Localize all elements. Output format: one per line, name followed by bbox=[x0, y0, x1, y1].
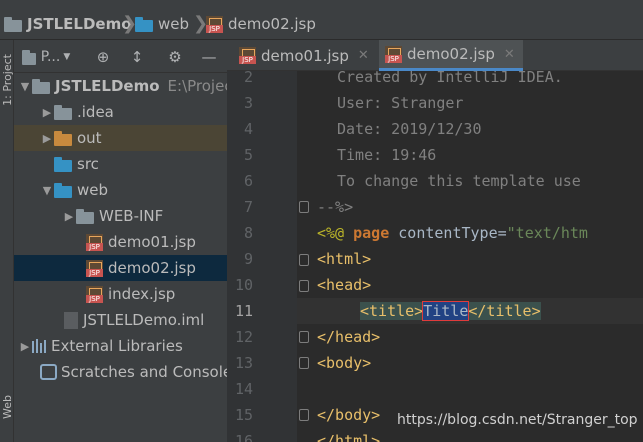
line-number: 6 bbox=[243, 172, 253, 190]
code-line: </head> bbox=[317, 328, 381, 346]
locate-icon[interactable]: ⊕ bbox=[92, 46, 114, 68]
line-number: 15 bbox=[234, 406, 253, 424]
jsp-file-icon bbox=[206, 15, 223, 33]
line-number: 4 bbox=[243, 120, 253, 138]
code-line: --%> bbox=[317, 198, 354, 216]
chevron-down-icon: ▼ bbox=[63, 52, 71, 62]
code-line: To change this template use bbox=[337, 172, 581, 190]
code-line: <html> bbox=[317, 250, 372, 268]
scratches-icon bbox=[40, 364, 57, 380]
line-number: 14 bbox=[234, 380, 253, 398]
tree-item-demo01[interactable]: demo01.jsp bbox=[14, 229, 227, 255]
gear-icon[interactable]: ⚙ bbox=[164, 46, 186, 68]
tree-item-demo02[interactable]: demo02.jsp bbox=[14, 255, 227, 281]
line-number: 10 bbox=[234, 276, 253, 294]
collapse-all-icon[interactable]: ↕ bbox=[126, 46, 148, 68]
project-view-selector[interactable]: P... ▼ bbox=[18, 46, 74, 68]
tree-item-iml[interactable]: JSTLELDemo.iml bbox=[14, 307, 227, 333]
navigation-bar: JSTLELDemo ❯ web ❯ demo02.jsp bbox=[0, 0, 643, 40]
line-number: 16 bbox=[234, 432, 253, 442]
fold-marker[interactable] bbox=[299, 280, 309, 292]
code-line: <body> bbox=[317, 354, 372, 372]
line-number: 12 bbox=[234, 328, 253, 346]
iml-file-icon bbox=[64, 311, 78, 329]
watermark: https://blog.csdn.net/Stranger_top bbox=[397, 412, 638, 428]
fold-marker[interactable] bbox=[299, 331, 309, 343]
line-number: 7 bbox=[243, 198, 253, 216]
project-tool-button[interactable]: 1: Project bbox=[1, 54, 14, 106]
web-tool-button[interactable]: Web bbox=[1, 395, 14, 419]
line-number: 13 bbox=[234, 354, 253, 372]
tab-demo01[interactable]: demo01.jsp ✕ bbox=[233, 40, 373, 71]
code-line: User: Stranger bbox=[337, 94, 464, 112]
tree-item-index[interactable]: index.jsp bbox=[14, 281, 227, 307]
web-folder-icon bbox=[54, 182, 72, 198]
chevron-right-icon[interactable]: ▶ bbox=[18, 340, 32, 353]
line-number: 9 bbox=[243, 250, 253, 268]
tree-item-scratches[interactable]: Scratches and Consoles bbox=[14, 359, 227, 385]
editor-tab-bar: demo01.jsp ✕ demo02.jsp ✕ bbox=[227, 40, 643, 71]
code-line: <head> bbox=[317, 276, 372, 294]
jsp-file-icon bbox=[86, 233, 103, 251]
fold-marker[interactable] bbox=[299, 201, 309, 213]
code-line: <%@ page contentType="text/htm bbox=[317, 224, 588, 242]
folder-icon bbox=[76, 208, 94, 224]
code-line: Date: 2019/12/30 bbox=[337, 120, 482, 138]
breadcrumb-web[interactable]: web bbox=[135, 14, 189, 34]
line-number: 2 bbox=[243, 71, 253, 86]
project-toolbar: P... ▼ ⊕ ↕ ⚙ — bbox=[14, 40, 227, 73]
hide-icon[interactable]: — bbox=[198, 46, 220, 68]
tool-window-strip: 1: Project Web bbox=[0, 40, 14, 442]
fold-marker[interactable] bbox=[299, 357, 309, 369]
code-editor[interactable]: 2 3 4 5 6 7 8 9 10 11 12 13 14 15 16 Cre… bbox=[227, 71, 643, 442]
line-number: 8 bbox=[243, 224, 253, 242]
breadcrumb-file[interactable]: demo02.jsp bbox=[206, 14, 316, 34]
line-number: 5 bbox=[243, 146, 253, 164]
libraries-icon bbox=[32, 339, 46, 353]
source-folder-icon bbox=[54, 156, 72, 172]
web-folder-icon bbox=[135, 16, 153, 32]
project-panel: P... ▼ ⊕ ↕ ⚙ — ▼ JSTLELDemo E:\Projec ▶ … bbox=[14, 40, 227, 442]
chevron-right-icon[interactable]: ▶ bbox=[62, 210, 76, 223]
fold-marker[interactable] bbox=[299, 409, 309, 421]
project-folder-icon bbox=[32, 78, 50, 94]
excluded-folder-icon bbox=[54, 130, 72, 146]
tree-item-src[interactable]: src bbox=[14, 151, 227, 177]
project-folder-icon bbox=[4, 16, 22, 32]
code-line: <title>Title</title> bbox=[360, 301, 541, 321]
chevron-right-icon[interactable]: ▶ bbox=[40, 132, 54, 145]
close-icon[interactable]: ✕ bbox=[358, 48, 369, 63]
jsp-file-icon bbox=[86, 259, 103, 277]
tree-item-idea[interactable]: ▶ .idea bbox=[14, 99, 227, 125]
jsp-file-icon bbox=[385, 45, 402, 63]
chevron-down-icon[interactable]: ▼ bbox=[40, 184, 54, 197]
code-line: Time: 19:46 bbox=[337, 146, 437, 164]
code-line: Created by IntelliJ IDEA. bbox=[337, 71, 563, 86]
close-icon[interactable]: ✕ bbox=[504, 47, 515, 62]
tree-item-web-inf[interactable]: ▶ WEB-INF bbox=[14, 203, 227, 229]
breadcrumb-project[interactable]: JSTLELDemo bbox=[4, 14, 132, 34]
tree-item-external-libraries[interactable]: ▶ External Libraries bbox=[14, 333, 227, 359]
chevron-down-icon[interactable]: ▼ bbox=[18, 80, 32, 93]
tree-item-jstleldemo[interactable]: ▼ JSTLELDemo E:\Projec bbox=[14, 73, 227, 99]
jsp-file-icon bbox=[86, 285, 103, 303]
fold-marker[interactable] bbox=[299, 254, 309, 266]
line-number: 11 bbox=[234, 302, 253, 320]
line-number: 3 bbox=[243, 94, 253, 112]
chevron-right-icon[interactable]: ▶ bbox=[40, 106, 54, 119]
jsp-file-icon bbox=[239, 47, 256, 64]
tree-item-web[interactable]: ▼ web bbox=[14, 177, 227, 203]
folder-icon bbox=[54, 104, 72, 120]
project-folder-icon bbox=[21, 49, 36, 65]
code-line: </body> bbox=[317, 406, 381, 424]
tree-item-out[interactable]: ▶ out bbox=[14, 125, 227, 151]
code-line: </html> bbox=[317, 432, 381, 442]
tab-demo02[interactable]: demo02.jsp ✕ bbox=[379, 40, 523, 71]
